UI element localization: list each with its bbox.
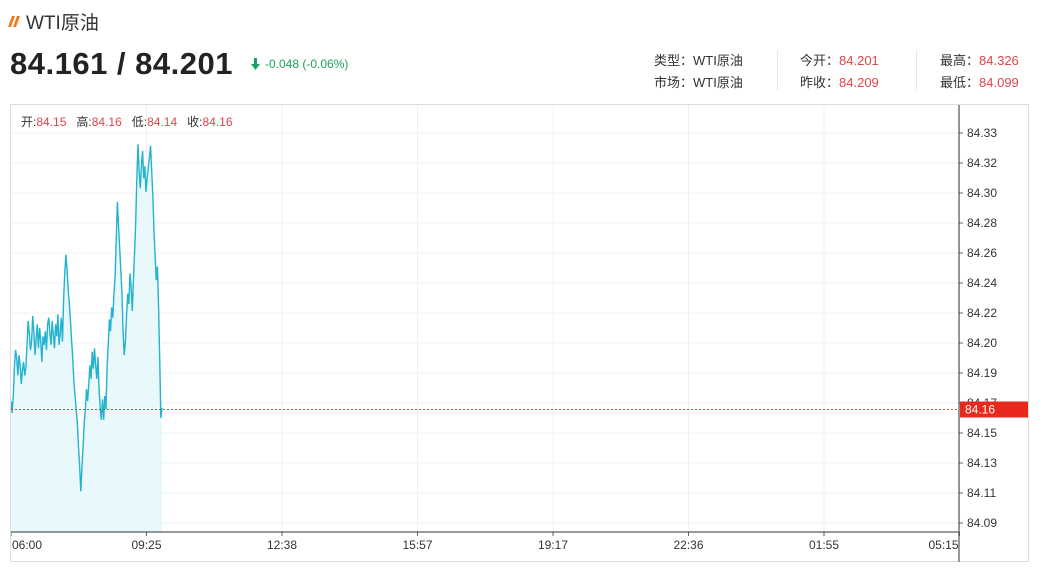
y-tick-label: 84.30 xyxy=(967,186,997,200)
y-tick-label: 84.11 xyxy=(967,486,996,500)
x-tick-label: 12:38 xyxy=(267,538,297,552)
x-tick-label: 01:55 xyxy=(809,538,839,552)
y-tick-label: 84.22 xyxy=(967,306,997,320)
x-tick-label: 09:25 xyxy=(131,538,161,552)
y-tick-label: 84.13 xyxy=(967,456,997,470)
high-info: 最高：84.326 xyxy=(940,53,1019,68)
x-tick-label: 15:57 xyxy=(402,538,432,552)
y-tick-label: 84.15 xyxy=(967,426,997,440)
intraday-line-chart[interactable]: 84.33 84.32 84.30 84.28 84.26 84.24 84.22 84.20… xyxy=(11,105,1030,563)
current-price-label: 84.16 xyxy=(965,403,995,417)
current-price-tag: 84.16 xyxy=(960,401,1028,418)
ohlc-legend: 开:84.15 高:84.16 低:84.14 收:84.16 xyxy=(21,114,233,129)
price-chart[interactable]: 84.33 84.32 84.30 84.28 84.26 84.24 84.22 84.20… xyxy=(10,104,1029,562)
info-divider xyxy=(916,50,917,90)
y-tick-label: 84.19 xyxy=(967,366,997,380)
open-info: 今开：84.201 xyxy=(800,53,879,68)
accent-mark-icon xyxy=(7,15,21,27)
y-tick-label: 84.28 xyxy=(967,216,997,230)
svg-text:开:84.15高:84.16低:84.14收:84.16: 开:84.15 高:84.16 低:84.14 收:84.16 xyxy=(21,114,233,129)
low-info: 最低：84.099 xyxy=(940,75,1019,90)
y-tick-label: 84.26 xyxy=(967,246,997,260)
y-tick-label: 84.33 xyxy=(967,126,997,140)
x-tick-label: 19:17 xyxy=(538,538,568,552)
prev-close-info: 昨收：84.209 xyxy=(800,75,879,90)
instrument-title: WTI原油 xyxy=(26,12,99,34)
quote-info-panel: 类型：WTI原油 市场：WTI原油 今开：84.201 昨收：84.209 最高… xyxy=(0,48,1045,92)
x-tick-label: 06:00 xyxy=(12,538,42,552)
y-tick-label: 84.24 xyxy=(967,276,997,290)
y-tick-label: 84.09 xyxy=(967,516,997,530)
x-tick-label: 22:36 xyxy=(673,538,703,552)
y-tick-label: 84.20 xyxy=(967,336,997,350)
info-divider xyxy=(777,50,778,90)
instrument-header: WTI原油 xyxy=(7,8,99,34)
market-info: 市场：WTI原油 xyxy=(654,75,743,90)
type-info: 类型：WTI原油 xyxy=(654,53,743,68)
x-tick-label: 05:15 xyxy=(928,538,958,552)
y-tick-label: 84.32 xyxy=(967,156,997,170)
